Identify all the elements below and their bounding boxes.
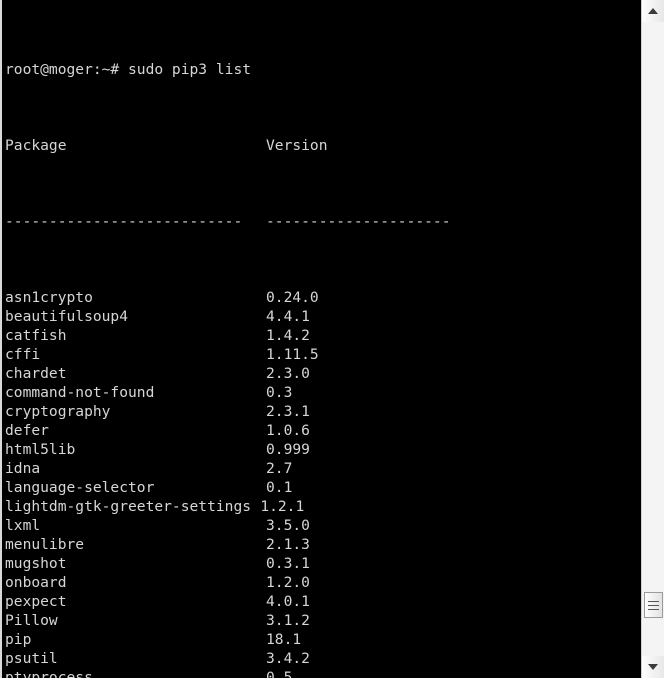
package-row: language-selector 0.1 — [5, 478, 641, 497]
scroll-down-button[interactable] — [642, 656, 664, 678]
column-header-version: Version — [266, 137, 328, 154]
grip-line-icon — [648, 608, 659, 610]
package-name: psutil — [5, 650, 58, 667]
package-name: ptyprocess — [5, 669, 93, 678]
package-version: 3.1.2 — [266, 612, 310, 629]
package-row: lightdm-gtk-greeter-settings 1.2.1 — [5, 497, 641, 516]
package-version: 3.4.2 — [266, 650, 310, 667]
package-name: onboard — [5, 574, 67, 591]
scrollbar-track[interactable] — [642, 22, 664, 656]
package-row: mugshot 0.3.1 — [5, 554, 641, 573]
package-row: command-not-found 0.3 — [5, 383, 641, 402]
prompt-and-command: root@moger:~# sudo pip3 list — [5, 61, 252, 78]
package-version: 0.1 — [266, 479, 293, 496]
grip-line-icon — [648, 600, 659, 602]
package-version: 1.2.1 — [260, 498, 305, 515]
package-name: lxml — [5, 517, 41, 534]
package-name: pexpect — [5, 593, 67, 610]
package-version: 0.3 — [266, 384, 293, 401]
package-version: 2.1.3 — [266, 536, 310, 553]
package-name: asn1crypto — [5, 289, 93, 306]
package-version: 4.4.1 — [266, 308, 310, 325]
scroll-up-button[interactable] — [642, 0, 664, 22]
package-row: html5lib 0.999 — [5, 440, 641, 459]
package-row: cryptography 2.3.1 — [5, 402, 641, 421]
package-version: 2.7 — [266, 460, 293, 477]
package-name: catfish — [5, 327, 67, 344]
package-version: 1.2.0 — [266, 574, 310, 591]
package-name: cryptography — [5, 403, 111, 420]
package-row: onboard 1.2.0 — [5, 573, 641, 592]
package-row: catfish 1.4.2 — [5, 326, 641, 345]
package-row: defer 1.0.6 — [5, 421, 641, 440]
package-row: ptyprocess 0.5 — [5, 668, 641, 678]
package-name: command-not-found — [5, 384, 155, 401]
package-version: 0.24.0 — [266, 289, 319, 306]
package-version: 1.0.6 — [266, 422, 310, 439]
package-rule: --------------------------- — [5, 213, 243, 230]
package-name: language-selector — [5, 479, 155, 496]
package-name: chardet — [5, 365, 67, 382]
package-row: pip 18.1 — [5, 630, 641, 649]
package-version: 18.1 — [266, 631, 302, 648]
scroll-up-arrow-icon — [648, 8, 658, 14]
package-name: pip — [5, 631, 32, 648]
package-name: mugshot — [5, 555, 67, 572]
package-version: 3.5.0 — [266, 517, 310, 534]
package-row: cffi 1.11.5 — [5, 345, 641, 364]
package-name: idna — [5, 460, 41, 477]
column-header-package: Package — [5, 137, 67, 154]
scrollbar-thumb[interactable] — [644, 592, 663, 618]
grip-line-icon — [648, 604, 659, 606]
package-name: beautifulsoup4 — [5, 308, 129, 325]
terminal-output: root@moger:~# sudo pip3 list Package Vers… — [5, 3, 641, 678]
package-row: Pillow 3.1.2 — [5, 611, 641, 630]
package-list: asn1crypto 0.24.0 beautifulsoup4 4.4.1 catfi… — [5, 288, 641, 678]
command-line: root@moger:~# sudo pip3 list — [5, 60, 641, 79]
package-version: 0.3.1 — [266, 555, 310, 572]
package-version: 0.5 — [266, 669, 293, 678]
scroll-down-arrow-icon — [648, 664, 658, 670]
package-version: 4.0.1 — [266, 593, 310, 610]
package-name: defer — [5, 422, 49, 439]
package-name: lightdm-gtk-greeter-settings — [5, 498, 252, 515]
package-version: 1.11.5 — [266, 346, 319, 363]
package-version: 2.3.1 — [266, 403, 310, 420]
version-rule: --------------------- — [266, 213, 451, 230]
package-row: lxml 3.5.0 — [5, 516, 641, 535]
package-row: pexpect 4.0.1 — [5, 592, 641, 611]
package-version: 1.4.2 — [266, 327, 310, 344]
package-name: Pillow — [5, 612, 58, 629]
package-row: beautifulsoup4 4.4.1 — [5, 307, 641, 326]
package-row: asn1crypto 0.24.0 — [5, 288, 641, 307]
package-version: 2.3.0 — [266, 365, 310, 382]
package-version: 0.999 — [266, 441, 310, 458]
package-row: psutil 3.4.2 — [5, 649, 641, 668]
column-rule-row: --------------------------- -------------… — [5, 212, 641, 231]
package-row: idna 2.7 — [5, 459, 641, 478]
package-row: chardet 2.3.0 — [5, 364, 641, 383]
terminal-screen-area[interactable]: root@moger:~# sudo pip3 list Package Vers… — [0, 0, 641, 678]
vertical-scrollbar[interactable] — [641, 0, 664, 678]
terminal-window: root@moger:~# sudo pip3 list Package Vers… — [0, 0, 664, 678]
package-name: cffi — [5, 346, 41, 363]
package-name: html5lib — [5, 441, 76, 458]
package-row: menulibre 2.1.3 — [5, 535, 641, 554]
column-header-row: Package Version — [5, 136, 641, 155]
package-name: menulibre — [5, 536, 85, 553]
